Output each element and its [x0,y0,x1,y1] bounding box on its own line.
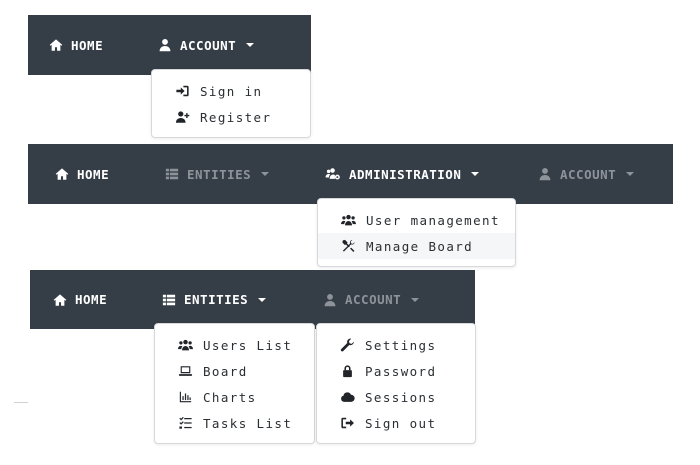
nav-account-label: ACCOUNT [345,292,402,307]
nav-home[interactable]: HOME [49,15,103,75]
menu-item-manage-board[interactable]: Manage Board [318,233,515,259]
menu-item-register[interactable]: Register [152,104,310,130]
nav-account-label: ACCOUNT [180,37,237,53]
menu-item-board[interactable]: Board [155,358,314,384]
home-icon [53,293,67,307]
chevron-down-icon [626,172,635,176]
users-icon [178,338,194,352]
menu-item-settings[interactable]: Settings [317,332,475,358]
chevron-down-icon [471,172,480,176]
navbar-2: HOME ENTITIES ADMINISTRATION ACCOUNT [28,144,673,204]
users-cog-icon [325,167,341,181]
nav-administration-toggle[interactable]: ADMINISTRATION [325,144,480,204]
list-icon [162,293,176,307]
menu-item-user-management[interactable]: User management [318,207,515,233]
user-plus-icon [175,110,191,124]
menu-item-label: Password [365,363,437,379]
nav-home[interactable]: HOME [53,270,107,329]
menu-item-label: Users List [203,337,293,353]
chevron-down-icon [246,43,255,47]
menu-item-label: Tasks List [203,415,293,431]
navbar-1: HOME ACCOUNT [28,15,311,75]
nav-account-toggle[interactable]: ACCOUNT [323,270,420,329]
menu-item-label: Manage Board [366,238,474,254]
menu-item-label: Sessions [365,389,437,405]
nav-entities-label: ENTITIES [187,166,252,182]
menu-item-label: Sign in [200,83,263,99]
cloud-icon [340,390,356,404]
lock-icon [340,364,356,378]
nav-account-toggle[interactable]: ACCOUNT [158,15,255,75]
menu-item-sign-in[interactable]: Sign in [152,78,310,104]
chevron-down-icon [261,172,270,176]
home-icon [55,167,69,181]
nav-account-label: ACCOUNT [560,166,617,182]
user-icon [323,293,337,307]
user-icon [158,38,172,52]
nav-entities-label: ENTITIES [184,292,249,307]
nav-home-label: HOME [75,292,108,307]
tools-icon [341,239,357,253]
menu-item-charts[interactable]: Charts [155,384,314,410]
sign-out-icon [340,416,356,430]
nav-administration-label: ADMINISTRATION [349,166,462,182]
sign-in-icon [175,84,191,98]
menu-item-label: Sign out [365,415,437,431]
menu-item-label: Settings [365,337,437,353]
laptop-icon [178,364,194,378]
account-dropdown-3: Settings Password Sessions Sign out [316,323,476,444]
divider [14,402,28,403]
menu-item-password[interactable]: Password [317,358,475,384]
user-icon [538,167,552,181]
entities-dropdown: Users List Board Charts Tasks List [154,323,315,444]
tasks-icon [178,416,194,430]
menu-item-label: User management [366,212,500,228]
nav-account-toggle[interactable]: ACCOUNT [538,144,635,204]
menu-item-sign-out[interactable]: Sign out [317,410,475,436]
wrench-icon [340,338,356,352]
nav-entities-toggle[interactable]: ENTITIES [162,270,267,329]
menu-item-sessions[interactable]: Sessions [317,384,475,410]
nav-home[interactable]: HOME [55,144,109,204]
account-dropdown-1: Sign in Register [151,69,311,138]
chevron-down-icon [411,297,420,302]
nav-home-label: HOME [71,37,104,53]
nav-home-label: HOME [77,166,110,182]
chevron-down-icon [258,297,267,302]
home-icon [49,38,63,52]
navbar-3: HOME ENTITIES ACCOUNT [30,270,475,329]
menu-item-users-list[interactable]: Users List [155,332,314,358]
chart-bar-icon [178,390,194,404]
nav-entities-toggle[interactable]: ENTITIES [165,144,270,204]
menu-item-tasks-list[interactable]: Tasks List [155,410,314,436]
menu-item-label: Register [200,109,272,125]
list-icon [165,167,179,181]
users-icon [341,213,357,227]
administration-dropdown: User management Manage Board [317,198,516,267]
menu-item-label: Charts [203,389,257,405]
menu-item-label: Board [203,363,248,379]
